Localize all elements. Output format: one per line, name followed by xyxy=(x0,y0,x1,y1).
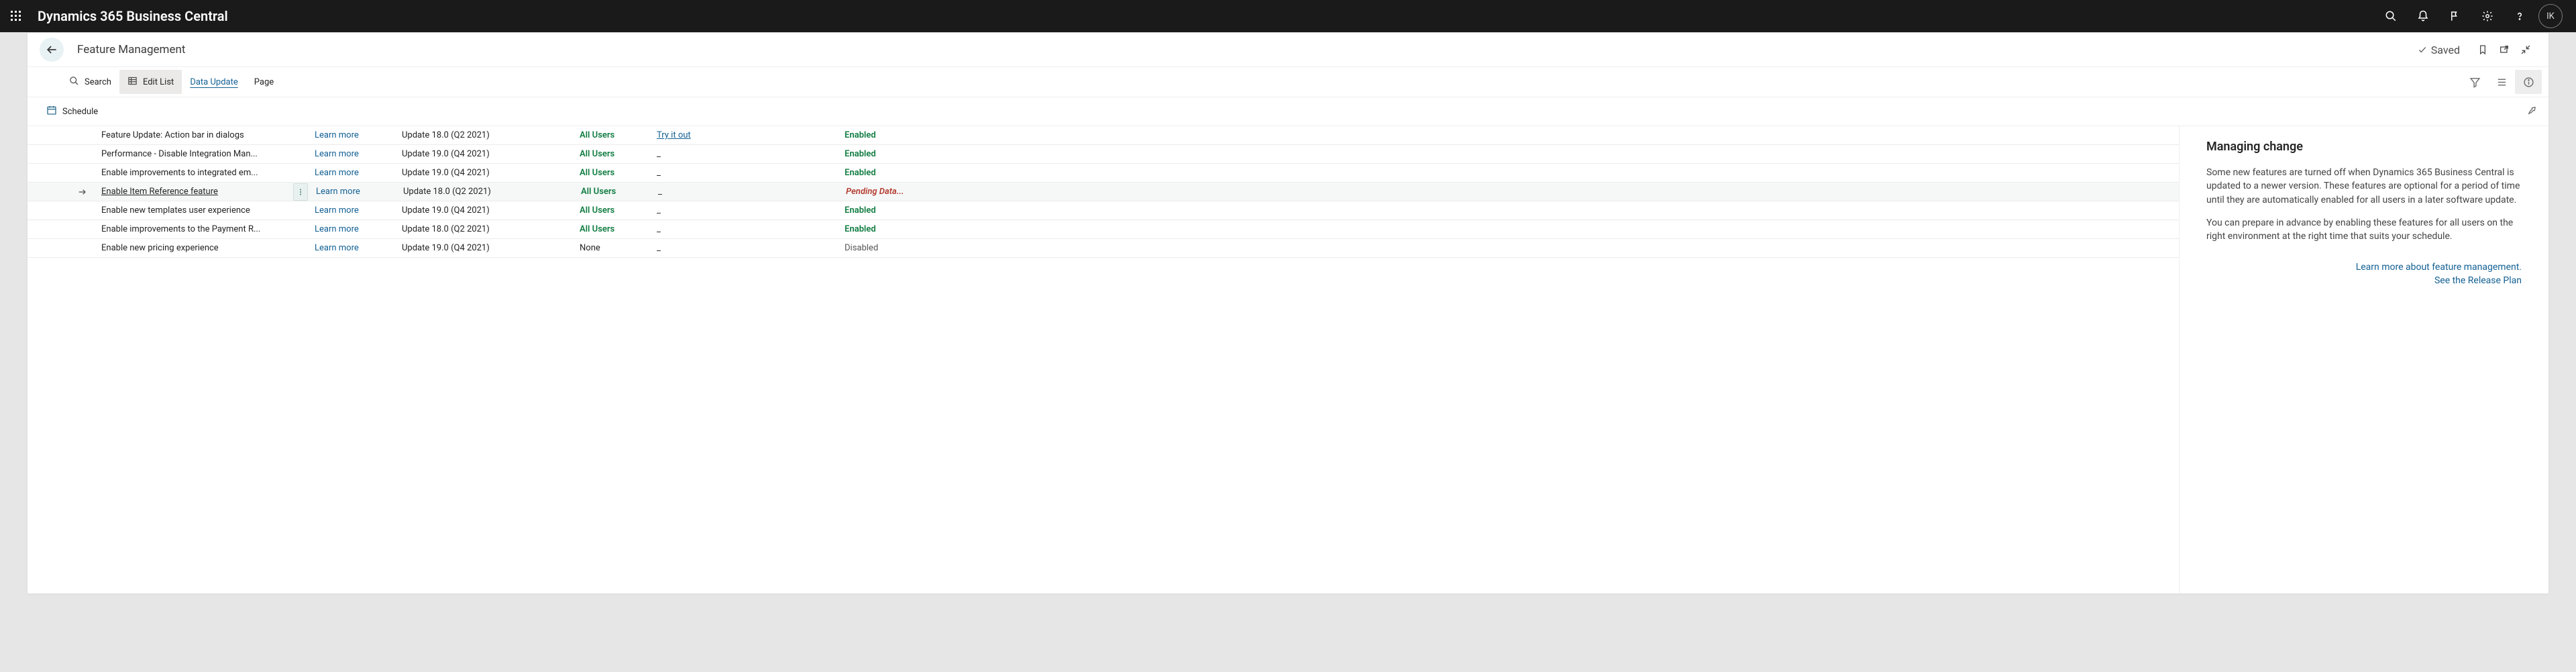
edit-list-icon xyxy=(127,76,138,89)
row-arrow-icon xyxy=(77,187,88,197)
try-it-out: _ xyxy=(657,243,845,253)
status: Enabled xyxy=(845,168,992,178)
search-icon xyxy=(69,76,79,89)
table-row[interactable]: Enable Item Reference feature Learn more U… xyxy=(28,183,2179,201)
enabled-for[interactable]: All Users xyxy=(580,130,657,140)
feature-name[interactable]: Performance - Disable Integration Man... xyxy=(101,149,315,159)
status: Pending Data... xyxy=(846,187,994,197)
back-button[interactable] xyxy=(40,38,64,62)
enabled-for[interactable]: None xyxy=(580,243,657,253)
help-icon[interactable] xyxy=(2504,0,2536,32)
pin-icon[interactable] xyxy=(2522,103,2539,119)
try-it-out: _ xyxy=(657,205,845,215)
try-it-out: _ xyxy=(657,168,845,178)
table-row[interactable]: Performance - Disable Integration Man...… xyxy=(28,145,2179,164)
info-panel-title: Managing change xyxy=(2206,140,2522,154)
table-row[interactable]: Enable improvements to the Payment R...L… xyxy=(28,220,2179,239)
sub-action-bar: Schedule xyxy=(28,97,2548,126)
feature-name[interactable]: Enable new templates user experience xyxy=(101,205,315,215)
schedule-action[interactable]: Schedule xyxy=(46,105,98,118)
update-version: Update 18.0 (Q2 2021) xyxy=(402,224,580,234)
search-icon[interactable] xyxy=(2375,0,2407,32)
status: Enabled xyxy=(845,149,992,159)
learn-more-link[interactable]: Learn more xyxy=(316,187,360,197)
action-bar: Search Edit List Data Update Page xyxy=(28,66,2548,97)
enabled-for[interactable]: All Users xyxy=(580,224,657,234)
try-it-out: _ xyxy=(658,187,846,197)
app-title: Dynamics 365 Business Central xyxy=(38,8,228,24)
feature-grid: Feature Update: Action bar in dialogsLea… xyxy=(28,126,2179,593)
app-bar: Dynamics 365 Business Central IK xyxy=(0,0,2576,32)
page-action-label: Page xyxy=(254,77,274,87)
enabled-for[interactable]: All Users xyxy=(580,205,657,215)
table-row[interactable]: Enable improvements to integrated em...L… xyxy=(28,164,2179,183)
info-panel-para2: You can prepare in advance by enabling t… xyxy=(2206,216,2522,244)
open-new-window-icon[interactable] xyxy=(2493,44,2515,55)
status: Enabled xyxy=(845,205,992,215)
search-action-label: Search xyxy=(85,77,111,87)
notifications-icon[interactable] xyxy=(2407,0,2439,32)
learn-more-link[interactable]: Learn more xyxy=(315,243,359,253)
try-it-out-link[interactable]: Try it out xyxy=(657,130,691,140)
table-row[interactable]: Enable new pricing experienceLearn more U… xyxy=(28,239,2179,258)
edit-list-action[interactable]: Edit List xyxy=(119,70,182,94)
learn-more-link[interactable]: Learn more xyxy=(315,149,359,159)
avatar[interactable]: IK xyxy=(2538,4,2563,28)
learn-more-link[interactable]: Learn more xyxy=(315,205,359,215)
learn-more-link[interactable]: Learn more xyxy=(315,168,359,178)
try-it-out: Try it out xyxy=(657,130,845,140)
table-row[interactable]: Enable new templates user experienceLear… xyxy=(28,201,2179,220)
status: Disabled xyxy=(845,243,992,253)
info-link-feature-management[interactable]: Learn more about feature management. xyxy=(2206,262,2522,273)
app-launcher-icon[interactable] xyxy=(8,8,24,24)
feature-name[interactable]: Enable Item Reference feature xyxy=(101,187,293,197)
try-it-out: _ xyxy=(657,224,845,234)
search-action[interactable]: Search xyxy=(61,70,119,94)
status: Enabled xyxy=(845,224,992,234)
info-panel: Managing change Some new features are tu… xyxy=(2179,126,2548,593)
data-update-action-label: Data Update xyxy=(190,77,237,87)
learn-more-link[interactable]: Learn more xyxy=(315,130,359,140)
table-row[interactable]: Feature Update: Action bar in dialogsLea… xyxy=(28,126,2179,145)
page-title: Feature Management xyxy=(77,43,185,56)
schedule-action-label: Schedule xyxy=(62,107,98,117)
data-update-action[interactable]: Data Update xyxy=(182,70,246,94)
gear-icon[interactable] xyxy=(2471,0,2504,32)
info-link-release-plan[interactable]: See the Release Plan xyxy=(2206,275,2522,286)
learn-more-link[interactable]: Learn more xyxy=(315,224,359,234)
update-version: Update 18.0 (Q2 2021) xyxy=(402,130,580,140)
update-version: Update 19.0 (Q4 2021) xyxy=(402,149,580,159)
enabled-for[interactable]: All Users xyxy=(580,168,657,178)
feature-name[interactable]: Enable improvements to the Payment R... xyxy=(101,224,315,234)
collapse-icon[interactable] xyxy=(2515,44,2536,55)
status: Enabled xyxy=(845,130,992,140)
info-panel-para1: Some new features are turned off when Dy… xyxy=(2206,166,2522,207)
enabled-for[interactable]: All Users xyxy=(580,149,657,159)
saved-label: Saved xyxy=(2431,44,2460,56)
filter-icon[interactable] xyxy=(2461,70,2488,94)
update-version: Update 18.0 (Q2 2021) xyxy=(403,187,581,197)
feature-name[interactable]: Enable new pricing experience xyxy=(101,243,315,253)
flag-icon[interactable] xyxy=(2439,0,2471,32)
page-header: Feature Management Saved xyxy=(28,33,2548,66)
try-it-out: _ xyxy=(657,149,845,159)
info-panel-icon[interactable] xyxy=(2515,70,2542,94)
enabled-for[interactable]: All Users xyxy=(581,187,658,197)
update-version: Update 19.0 (Q4 2021) xyxy=(402,243,580,253)
bookmark-icon[interactable] xyxy=(2472,44,2493,55)
feature-name[interactable]: Feature Update: Action bar in dialogs xyxy=(101,130,315,140)
schedule-icon xyxy=(46,105,57,118)
row-more-actions[interactable] xyxy=(293,183,308,201)
page-action[interactable]: Page xyxy=(246,70,282,94)
feature-name[interactable]: Enable improvements to integrated em... xyxy=(101,168,315,178)
list-view-icon[interactable] xyxy=(2488,70,2515,94)
saved-indicator: Saved xyxy=(2418,44,2460,56)
update-version: Update 19.0 (Q4 2021) xyxy=(402,168,580,178)
update-version: Update 19.0 (Q4 2021) xyxy=(402,205,580,215)
edit-list-action-label: Edit List xyxy=(143,77,174,87)
